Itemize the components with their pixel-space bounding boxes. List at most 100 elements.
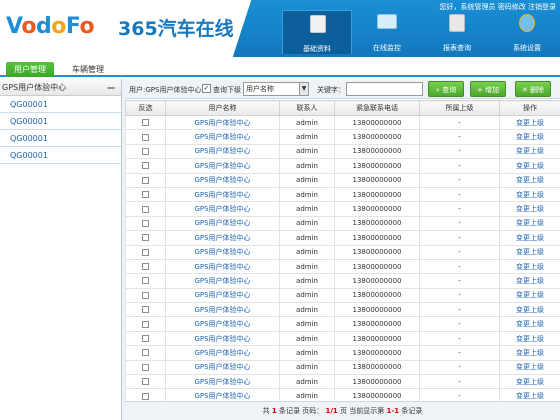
tree-item[interactable]: QG00001 xyxy=(0,113,121,130)
row-checkbox-cell xyxy=(125,258,166,275)
parent-cell: - xyxy=(419,143,500,160)
nav-online-monitor[interactable]: 在线监控 xyxy=(352,10,422,54)
user-name-link[interactable]: GPS用户体验中心 xyxy=(165,129,280,145)
change-parent-link[interactable]: 变更上级 xyxy=(499,114,560,131)
tab-vehicle-management[interactable]: 车辆管理 xyxy=(68,62,108,77)
user-name-link[interactable]: GPS用户体验中心 xyxy=(165,345,280,361)
tab-user-management[interactable]: 用户管理 xyxy=(6,62,54,77)
col-parent: 所属上级 xyxy=(419,100,500,116)
contact-cell: admin xyxy=(279,287,335,304)
tree-item[interactable]: QG00001 xyxy=(0,96,121,113)
user-name-link[interactable]: GPS用户体验中心 xyxy=(165,287,280,304)
contact-cell: admin xyxy=(279,345,335,361)
parent-cell: - xyxy=(419,302,500,318)
brand-logo: VodoFo xyxy=(6,14,95,39)
table-row: GPS用户体验中心 admin 13800000000- 变更上级 xyxy=(125,230,560,246)
nav-system-settings[interactable]: 系统设置 xyxy=(492,10,560,54)
row-checkbox[interactable] xyxy=(142,248,149,256)
include-subordinates-checkbox[interactable]: ✓ xyxy=(202,84,211,93)
user-name-link[interactable]: GPS用户体验中心 xyxy=(165,244,280,260)
change-parent-link[interactable]: 变更上级 xyxy=(499,374,560,390)
contact-cell: admin xyxy=(279,158,335,174)
row-checkbox[interactable] xyxy=(142,234,149,242)
row-checkbox[interactable] xyxy=(142,219,149,227)
row-checkbox-cell xyxy=(125,287,166,304)
change-parent-link[interactable]: 变更上级 xyxy=(499,158,560,174)
tree-item[interactable]: QG00001 xyxy=(0,147,121,164)
row-checkbox[interactable] xyxy=(142,335,149,343)
row-checkbox[interactable] xyxy=(142,191,149,199)
change-parent-link[interactable]: 变更上级 xyxy=(499,172,560,188)
col-invert-select[interactable]: 反选 xyxy=(125,100,166,116)
change-parent-link[interactable]: 变更上级 xyxy=(499,244,560,260)
search-toolbar: 用户:GPS用户体验中心 ✓ 查询下级 用户名称 ▼ 关键字： ⌕ 查询 + 增… xyxy=(125,79,560,99)
change-parent-link[interactable]: 变更上级 xyxy=(499,273,560,289)
change-parent-link[interactable]: 变更上级 xyxy=(499,230,560,246)
row-checkbox[interactable] xyxy=(142,162,149,170)
row-checkbox[interactable] xyxy=(142,133,149,141)
archive-icon xyxy=(310,15,326,33)
row-checkbox[interactable] xyxy=(142,378,149,386)
collapse-icon[interactable]: — xyxy=(107,79,115,96)
row-checkbox[interactable] xyxy=(142,291,149,299)
user-name-link[interactable]: GPS用户体验中心 xyxy=(165,359,280,376)
nav-label: 报表查询 xyxy=(443,44,471,52)
change-parent-link[interactable]: 变更上级 xyxy=(499,345,560,361)
parent-cell: - xyxy=(419,114,500,131)
user-name-link[interactable]: GPS用户体验中心 xyxy=(165,273,280,289)
row-checkbox[interactable] xyxy=(142,176,149,184)
contact-cell: admin xyxy=(279,316,335,332)
include-subordinates-label: 查询下级 xyxy=(213,86,241,94)
keyword-input[interactable] xyxy=(346,82,423,96)
change-parent-link[interactable]: 变更上级 xyxy=(499,330,560,347)
row-checkbox[interactable] xyxy=(142,349,149,357)
user-name-link[interactable]: GPS用户体验中心 xyxy=(165,302,280,318)
change-parent-link[interactable]: 变更上级 xyxy=(499,215,560,232)
current-user-path: 用户:GPS用户体验中心 xyxy=(129,86,202,94)
add-button[interactable]: + 增加 xyxy=(470,81,506,97)
change-parent-link[interactable]: 变更上级 xyxy=(499,129,560,145)
change-parent-link[interactable]: 变更上级 xyxy=(499,186,560,203)
user-name-link[interactable]: GPS用户体验中心 xyxy=(165,172,280,188)
nav-basic-data[interactable]: 基础资料 xyxy=(282,10,352,54)
row-checkbox[interactable] xyxy=(142,205,149,213)
change-parent-link[interactable]: 变更上级 xyxy=(499,258,560,275)
nav-report-query[interactable]: 报表查询 xyxy=(422,10,492,54)
user-name-link[interactable]: GPS用户体验中心 xyxy=(165,114,280,131)
search-button[interactable]: ⌕ 查询 xyxy=(428,81,464,97)
user-name-link[interactable]: GPS用户体验中心 xyxy=(165,316,280,332)
row-checkbox[interactable] xyxy=(142,147,149,155)
user-name-link[interactable]: GPS用户体验中心 xyxy=(165,330,280,347)
change-parent-link[interactable]: 变更上级 xyxy=(499,302,560,318)
change-parent-link[interactable]: 变更上级 xyxy=(499,143,560,160)
change-parent-link[interactable]: 变更上级 xyxy=(499,316,560,332)
user-name-link[interactable]: GPS用户体验中心 xyxy=(165,215,280,232)
user-name-link[interactable]: GPS用户体验中心 xyxy=(165,201,280,217)
user-name-link[interactable]: GPS用户体验中心 xyxy=(165,143,280,160)
row-checkbox[interactable] xyxy=(142,392,149,400)
row-checkbox[interactable] xyxy=(142,306,149,314)
search-field-select[interactable]: 用户名称 ▼ xyxy=(243,82,309,96)
row-checkbox[interactable] xyxy=(142,277,149,285)
tree-root[interactable]: GPS用户体验中心 — xyxy=(0,79,121,96)
user-name-link[interactable]: GPS用户体验中心 xyxy=(165,258,280,275)
change-parent-link[interactable]: 变更上级 xyxy=(499,287,560,304)
row-checkbox[interactable] xyxy=(142,263,149,271)
col-user-name: 用户名称 xyxy=(165,100,280,116)
change-parent-link[interactable]: 变更上级 xyxy=(499,359,560,376)
delete-button[interactable]: ✕ 删除 xyxy=(515,81,551,97)
user-name-link[interactable]: GPS用户体验中心 xyxy=(165,230,280,246)
change-parent-link[interactable]: 变更上级 xyxy=(499,201,560,217)
row-checkbox-cell xyxy=(125,302,166,318)
row-checkbox-cell xyxy=(125,330,166,347)
user-name-link[interactable]: GPS用户体验中心 xyxy=(165,186,280,203)
parent-cell: - xyxy=(419,345,500,361)
row-checkbox[interactable] xyxy=(142,119,149,127)
phone-cell: 13800000000 xyxy=(334,316,420,332)
row-checkbox[interactable] xyxy=(142,320,149,328)
tree-item[interactable]: QG00001 xyxy=(0,130,121,147)
user-name-link[interactable]: GPS用户体验中心 xyxy=(165,158,280,174)
phone-cell: 13800000000 xyxy=(334,143,420,160)
user-name-link[interactable]: GPS用户体验中心 xyxy=(165,374,280,390)
row-checkbox[interactable] xyxy=(142,363,149,371)
